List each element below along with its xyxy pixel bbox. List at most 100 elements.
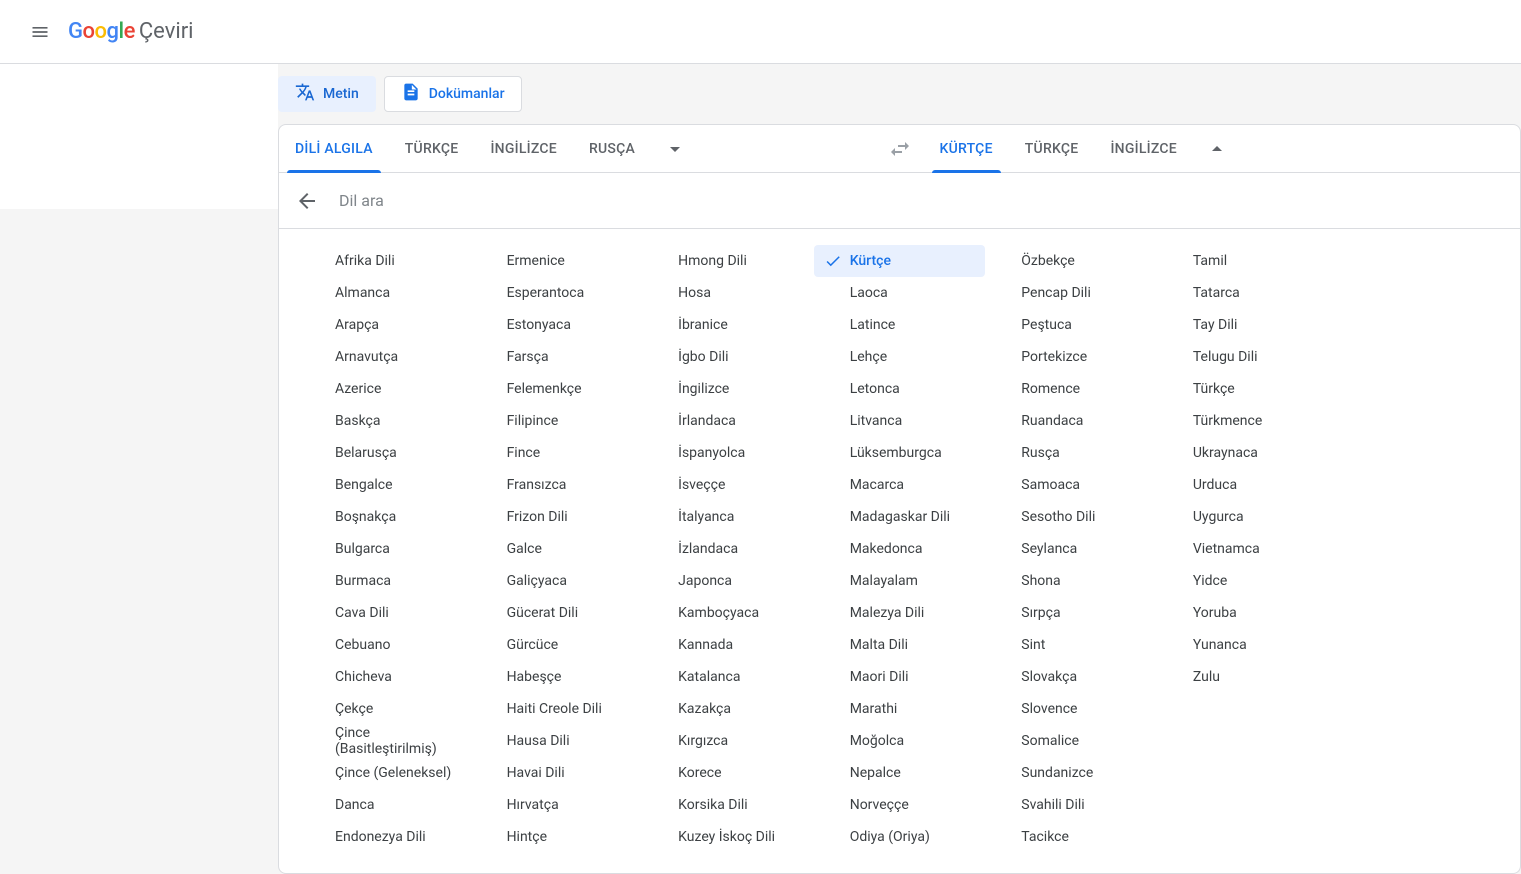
text-mode-button[interactable]: Metin (278, 76, 376, 112)
language-option[interactable]: Almanca (299, 277, 471, 309)
language-option[interactable]: Korece (642, 757, 814, 789)
language-option[interactable]: Azerice (299, 373, 471, 405)
language-option[interactable]: Nepalce (814, 757, 986, 789)
language-option[interactable]: Macarca (814, 469, 986, 501)
back-button[interactable] (283, 177, 331, 225)
language-option[interactable]: Telugu Dili (1157, 341, 1329, 373)
language-option[interactable]: İzlandaca (642, 533, 814, 565)
language-option[interactable]: Latince (814, 309, 986, 341)
language-option[interactable]: Hintçe (471, 821, 643, 853)
language-option[interactable]: Katalanca (642, 661, 814, 693)
language-option[interactable]: Tatarca (1157, 277, 1329, 309)
language-option[interactable]: Felemenkçe (471, 373, 643, 405)
language-option[interactable]: Norveççe (814, 789, 986, 821)
language-option[interactable]: Kürtçe (814, 245, 986, 277)
language-option[interactable]: Çince (Geleneksel) (299, 757, 471, 789)
language-option[interactable]: Seylanca (985, 533, 1157, 565)
language-option[interactable]: Odiya (Oriya) (814, 821, 986, 853)
language-option[interactable]: Galce (471, 533, 643, 565)
language-option[interactable]: Maori Dili (814, 661, 986, 693)
language-option[interactable]: Romence (985, 373, 1157, 405)
language-option[interactable]: Lehçe (814, 341, 986, 373)
language-option[interactable]: Bulgarca (299, 533, 471, 565)
tab-detect-language[interactable]: DİLİ ALGILA (279, 125, 389, 173)
language-option[interactable]: Bengalce (299, 469, 471, 501)
language-option[interactable]: Sesotho Dili (985, 501, 1157, 533)
language-option[interactable]: Kannada (642, 629, 814, 661)
language-option[interactable]: Hausa Dili (471, 725, 643, 757)
language-option[interactable]: Sırpça (985, 597, 1157, 629)
language-option[interactable]: İbranice (642, 309, 814, 341)
language-option[interactable]: Pencap Dili (985, 277, 1157, 309)
language-option[interactable]: Shona (985, 565, 1157, 597)
language-option[interactable]: Somalice (985, 725, 1157, 757)
language-option[interactable]: Endonezya Dili (299, 821, 471, 853)
language-option[interactable]: Kuzey İskoç Dili (642, 821, 814, 853)
language-option[interactable]: Laoca (814, 277, 986, 309)
language-option[interactable]: Zulu (1157, 661, 1329, 693)
language-option[interactable]: Makedonca (814, 533, 986, 565)
language-option[interactable]: Chicheva (299, 661, 471, 693)
documents-mode-button[interactable]: Dokümanlar (384, 76, 522, 112)
logo[interactable]: Google Çeviri (68, 19, 194, 44)
language-option[interactable]: Marathi (814, 693, 986, 725)
language-option[interactable]: Urduca (1157, 469, 1329, 501)
language-option[interactable]: Ermenice (471, 245, 643, 277)
language-option[interactable]: İspanyolca (642, 437, 814, 469)
language-option[interactable]: Tacikce (985, 821, 1157, 853)
language-option[interactable]: Fransızca (471, 469, 643, 501)
tab-source-1[interactable]: TÜRKÇE (389, 125, 475, 173)
language-option[interactable]: Sundanizce (985, 757, 1157, 789)
language-option[interactable]: Moğolca (814, 725, 986, 757)
language-option[interactable]: Burmaca (299, 565, 471, 597)
language-option[interactable]: Farsça (471, 341, 643, 373)
language-option[interactable]: Japonca (642, 565, 814, 597)
language-option[interactable]: Hosa (642, 277, 814, 309)
tab-source-3[interactable]: RUSÇA (573, 125, 651, 173)
language-option[interactable]: Litvanca (814, 405, 986, 437)
language-option[interactable]: Portekizce (985, 341, 1157, 373)
language-option[interactable]: İrlandaca (642, 405, 814, 437)
language-option[interactable]: Yunanca (1157, 629, 1329, 661)
language-option[interactable]: İngilizce (642, 373, 814, 405)
language-option[interactable]: Cava Dili (299, 597, 471, 629)
language-option[interactable]: Sint (985, 629, 1157, 661)
language-option[interactable]: Svahili Dili (985, 789, 1157, 821)
language-option[interactable]: Belarusça (299, 437, 471, 469)
tab-target-3[interactable]: İNGİLİZCE (1094, 125, 1193, 173)
language-option[interactable]: Korsika Dili (642, 789, 814, 821)
language-option[interactable]: İtalyanca (642, 501, 814, 533)
language-option[interactable]: Malayalam (814, 565, 986, 597)
language-option[interactable]: Slovence (985, 693, 1157, 725)
language-option[interactable]: Rusça (985, 437, 1157, 469)
language-option[interactable]: Vietnamca (1157, 533, 1329, 565)
language-option[interactable]: Tamil (1157, 245, 1329, 277)
language-option[interactable]: Cebuano (299, 629, 471, 661)
language-option[interactable]: Gürcüce (471, 629, 643, 661)
language-option[interactable]: Uygurca (1157, 501, 1329, 533)
language-option[interactable]: Ruandaca (985, 405, 1157, 437)
language-option[interactable]: Malta Dili (814, 629, 986, 661)
language-option[interactable]: Gücerat Dili (471, 597, 643, 629)
swap-languages-button[interactable] (876, 125, 924, 173)
language-search-input[interactable] (331, 191, 1516, 210)
language-option[interactable]: Boşnakça (299, 501, 471, 533)
language-option[interactable]: Malezya Dili (814, 597, 986, 629)
language-option[interactable]: Baskça (299, 405, 471, 437)
language-option[interactable]: Esperantoca (471, 277, 643, 309)
language-option[interactable]: Galiçyaca (471, 565, 643, 597)
language-option[interactable]: Havai Dili (471, 757, 643, 789)
tab-source-2[interactable]: İNGİLİZCE (474, 125, 573, 173)
language-option[interactable]: Özbekçe (985, 245, 1157, 277)
language-option[interactable]: Madagaskar Dili (814, 501, 986, 533)
language-option[interactable]: Samoaca (985, 469, 1157, 501)
language-option[interactable]: Türkmence (1157, 405, 1329, 437)
language-option[interactable]: Kazakça (642, 693, 814, 725)
language-option[interactable]: Frizon Dili (471, 501, 643, 533)
language-option[interactable]: Fince (471, 437, 643, 469)
language-option[interactable]: Danca (299, 789, 471, 821)
language-option[interactable]: Estonyaca (471, 309, 643, 341)
language-option[interactable]: Letonca (814, 373, 986, 405)
collapse-target-languages[interactable] (1193, 125, 1241, 173)
language-option[interactable]: Filipince (471, 405, 643, 437)
